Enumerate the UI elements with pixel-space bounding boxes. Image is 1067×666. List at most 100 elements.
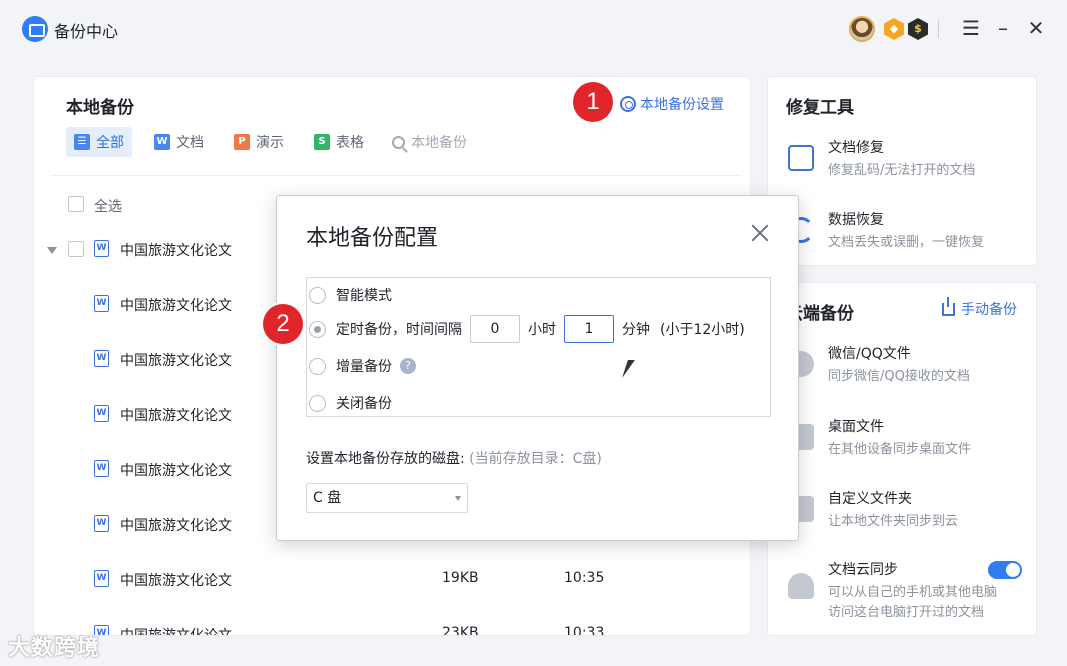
mode-off-row[interactable]: 关闭备份: [307, 386, 772, 420]
disk-select[interactable]: C 盘: [306, 483, 468, 513]
spreadsheet-icon: S: [314, 134, 330, 150]
word-doc-icon: W: [94, 240, 109, 257]
file-size: 23KB: [442, 625, 479, 636]
tool-name: 文档修复: [828, 140, 884, 156]
manual-backup-label: 手动备份: [961, 302, 1017, 318]
word-doc-icon: W: [94, 350, 109, 367]
vip-badge-icon[interactable]: ◆: [884, 18, 904, 40]
settings-link-label: 本地备份设置: [640, 97, 724, 113]
search-icon: [392, 135, 405, 149]
card-title: 修复工具: [786, 98, 854, 118]
file-name: 中国旅游文化论文: [120, 463, 232, 479]
title-bar: 备份中心 ◆ $ ☰ – ✕: [0, 0, 1067, 60]
tab-docs[interactable]: W 文档: [146, 127, 212, 157]
word-doc-icon: W: [94, 515, 109, 532]
file-size: 19KB: [442, 570, 479, 586]
smart-mode-radio[interactable]: [309, 286, 326, 304]
dialog-title: 本地备份配置: [306, 226, 439, 251]
file-name: 中国旅游文化论文: [120, 408, 232, 424]
hours-unit: 小时: [528, 322, 556, 338]
word-doc-icon: W: [94, 405, 109, 422]
file-name: 中国旅游文化论文: [120, 573, 232, 589]
repair-tools-card: 修复工具 文档修复 修复乱码/无法打开的文档 数据恢复 文档丢失或误删，一键恢复: [767, 76, 1037, 266]
close-icon[interactable]: [749, 222, 771, 244]
upload-icon: [942, 296, 955, 316]
app-title: 备份中心: [54, 22, 119, 41]
tool-name: 桌面文件: [828, 419, 884, 435]
file-name: 中国旅游文化论文: [120, 298, 232, 314]
file-name: 中国旅游文化论文: [120, 628, 232, 636]
disk-select-value: C 盘: [313, 490, 342, 506]
gear-icon: [620, 96, 636, 112]
word-doc-icon: W: [94, 460, 109, 477]
smart-mode-label: 智能模式: [336, 288, 392, 304]
custom-folder-item[interactable]: 自定义文件夹 让本地文件夹同步到云: [768, 486, 1036, 542]
mode-incremental-row[interactable]: 增量备份 ?: [307, 349, 772, 383]
tab-sheets[interactable]: S 表格: [306, 127, 372, 157]
cloud-backup-card: 云端备份 手动备份 微信/QQ文件 同步微信/QQ接收的文档 桌面文件 在其他设…: [767, 282, 1037, 636]
close-window-icon[interactable]: ✕: [1023, 14, 1049, 42]
data-recovery-item[interactable]: 数据恢复 文档丢失或误删，一键恢复: [768, 207, 1036, 263]
tool-name: 数据恢复: [828, 212, 884, 228]
step-marker-2: 2: [263, 304, 303, 344]
file-name: 中国旅游文化论文: [120, 518, 232, 534]
tab-label: 全部: [96, 135, 124, 151]
file-time: 10:35: [564, 570, 605, 586]
tool-name: 自定义文件夹: [828, 491, 912, 507]
tab-slides[interactable]: P 演示: [226, 127, 292, 157]
word-doc-icon: W: [94, 295, 109, 312]
disk-label-row: 设置本地备份存放的磁盘: (当前存放目录：C盘): [306, 448, 602, 468]
hours-input[interactable]: 0: [470, 315, 520, 343]
timed-backup-label: 定时备份，时间间隔: [336, 322, 462, 338]
avatar[interactable]: [849, 16, 875, 42]
collapse-caret-icon[interactable]: [47, 247, 57, 254]
panel-title: 本地备份: [66, 98, 134, 118]
doc-repair-item[interactable]: 文档修复 修复乱码/无法打开的文档: [768, 135, 1036, 191]
minutes-unit: 分钟: [622, 322, 650, 338]
backup-mode-group: 智能模式 定时备份，时间间隔 0 小时 1 分钟 (小于12小时) 增量备份 ?…: [306, 277, 771, 417]
chevron-down-icon: [455, 496, 461, 501]
file-time: 10:33: [564, 625, 605, 636]
manual-backup-button[interactable]: 手动备份: [942, 296, 1017, 319]
tool-desc: 修复乱码/无法打开的文档: [828, 163, 976, 178]
tool-desc: 文档丢失或误删，一键恢复: [828, 235, 985, 250]
table-row[interactable]: W 中国旅游文化论文 23KB 10:33: [34, 622, 750, 636]
tool-desc-line2: 访问这台电脑打开过的文档: [828, 605, 985, 620]
backup-off-radio[interactable]: [309, 394, 326, 412]
tool-name: 文档云同步: [828, 562, 898, 578]
local-backup-settings-link[interactable]: 本地备份设置: [620, 94, 724, 114]
tool-desc: 同步微信/QQ接收的文档: [828, 369, 970, 384]
coin-badge-icon[interactable]: $: [908, 18, 928, 40]
tab-label: 演示: [256, 135, 284, 151]
select-all-checkbox[interactable]: [68, 196, 84, 212]
help-icon[interactable]: ?: [400, 358, 416, 374]
menu-icon[interactable]: ☰: [958, 14, 984, 42]
word-icon: W: [154, 134, 170, 150]
tool-desc: 在其他设备同步桌面文件: [828, 442, 972, 457]
disk-current-dir: (当前存放目录：C盘): [469, 451, 602, 467]
titlebar-divider: [938, 20, 939, 38]
local-backup-config-dialog: 本地备份配置 智能模式 定时备份，时间间隔 0 小时 1 分钟 (小于12小时)…: [276, 195, 799, 541]
tab-all[interactable]: ☰ 全部: [66, 127, 132, 157]
table-row[interactable]: W 中国旅游文化论文 19KB 10:35: [34, 567, 750, 622]
wechat-qq-item[interactable]: 微信/QQ文件 同步微信/QQ接收的文档: [768, 341, 1036, 397]
file-name: 中国旅游文化论文: [120, 353, 232, 369]
disk-label: 设置本地备份存放的磁盘:: [306, 451, 465, 467]
timed-backup-radio[interactable]: [309, 320, 326, 338]
file-name: 中国旅游文化论文: [120, 243, 232, 259]
cloud-sync-toggle[interactable]: [988, 561, 1022, 579]
minutes-input[interactable]: 1: [564, 315, 614, 343]
presentation-icon: P: [234, 134, 250, 150]
incremental-backup-radio[interactable]: [309, 357, 326, 375]
filter-tabs: ☰ 全部 W 文档 P 演示 S 表格 本地备份: [66, 127, 467, 157]
interval-hint: (小于12小时): [660, 322, 745, 338]
doc-cloud-sync-item[interactable]: 文档云同步 可以从自己的手机或其他电脑 访问这台电脑打开过的文档: [768, 557, 1036, 627]
mode-smart-row[interactable]: 智能模式: [307, 278, 772, 312]
row-checkbox[interactable]: [68, 241, 84, 257]
mode-timed-row[interactable]: 定时备份，时间间隔 0 小时 1 分钟 (小于12小时): [307, 312, 772, 346]
search-input[interactable]: 本地备份: [386, 132, 467, 152]
search-placeholder: 本地备份: [411, 135, 467, 151]
minimize-icon[interactable]: –: [990, 14, 1016, 42]
word-doc-icon: W: [94, 570, 109, 587]
desktop-files-item[interactable]: 桌面文件 在其他设备同步桌面文件: [768, 414, 1036, 470]
